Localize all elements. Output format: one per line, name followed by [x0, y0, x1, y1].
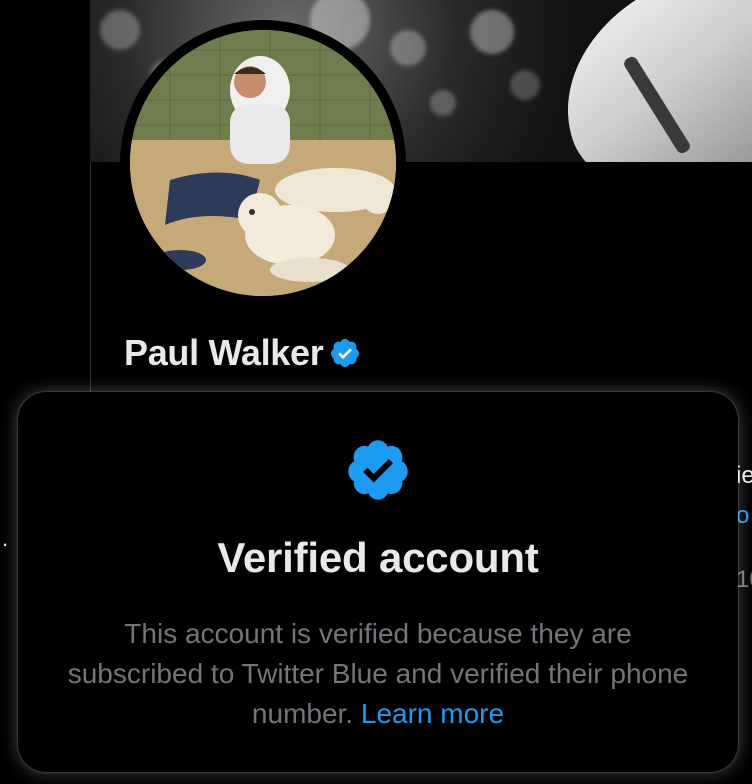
popover-title: Verified account	[217, 534, 539, 581]
avatar-photo	[130, 30, 396, 296]
profile-name-row: Paul Walker	[124, 332, 361, 374]
learn-more-link[interactable]: Learn more	[361, 698, 504, 729]
profile-page: Paul Walker ie o 10 . Verified account T…	[0, 0, 752, 784]
right-link-fragment: o	[736, 502, 750, 529]
profile-avatar[interactable]	[120, 20, 406, 306]
right-muted-fragment: 10	[736, 566, 752, 593]
profile-name: Paul Walker	[124, 332, 324, 373]
left-text-fragment: .	[2, 526, 9, 551]
right-text-fragment: ie	[736, 462, 752, 489]
verified-badge-icon[interactable]	[329, 337, 361, 369]
verified-badge-icon	[344, 436, 412, 504]
timeline-divider	[90, 162, 91, 422]
popover-body: This account is verified because they ar…	[58, 614, 698, 734]
verified-account-popover: Verified account This account is verifie…	[18, 392, 738, 772]
